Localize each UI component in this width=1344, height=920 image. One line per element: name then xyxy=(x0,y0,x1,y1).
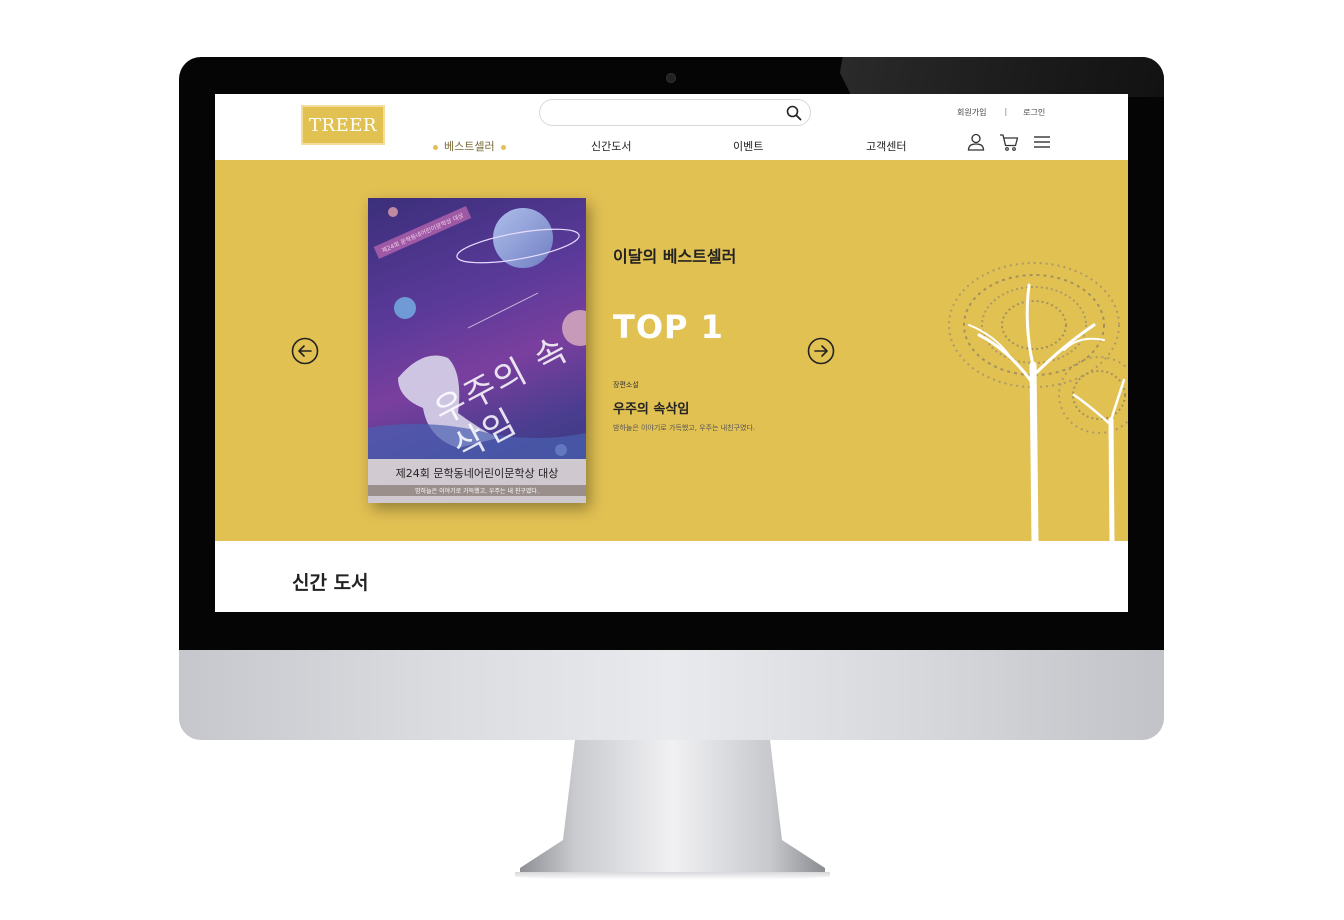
arrow-left-circle-icon[interactable] xyxy=(291,337,319,365)
menu-icon[interactable] xyxy=(1032,132,1052,152)
search-input[interactable] xyxy=(552,104,776,123)
nav-item-new-books[interactable]: 신간도서 xyxy=(591,138,631,154)
camera-icon xyxy=(667,74,675,82)
auth-separator: | xyxy=(1004,107,1008,116)
banner-book-title[interactable]: 우주의 속삭임 xyxy=(613,398,689,417)
book-cover-tagline: 밤하늘은 이야기로 가득했고, 우주는 내 친구였다. xyxy=(368,485,586,496)
nav-label: 고객센터 xyxy=(866,140,907,153)
signup-link[interactable]: 회원가입 xyxy=(957,107,986,118)
monitor-stand-base xyxy=(515,872,830,880)
logo[interactable]: TREER xyxy=(301,105,385,145)
book-cover-award: 제24회 문학동네어린이문학상 대상 xyxy=(395,467,559,480)
nav-item-events[interactable]: 이벤트 xyxy=(733,138,763,154)
site-header: TREER 회원가입 | 로그인 베스트셀러 신간도서 이벤트 고객센터 xyxy=(215,94,1128,160)
auth-links: 회원가입 | 로그인 xyxy=(957,107,1045,118)
monitor-stand xyxy=(520,740,825,875)
cart-icon[interactable] xyxy=(999,132,1019,152)
arrow-right-circle-icon[interactable] xyxy=(807,337,835,365)
search-box[interactable] xyxy=(539,99,811,126)
search-icon[interactable] xyxy=(786,105,802,121)
screen: TREER 회원가입 | 로그인 베스트셀러 신간도서 이벤트 고객센터 제24… xyxy=(215,94,1128,612)
banner-description: 밤하늘은 이야기로 가득했고, 우주는 내친구였다. xyxy=(613,424,756,432)
bestseller-banner: 제24회 문학동네어린이문학상 대상 우주의 속삭임 제24회 문학동네어린이문… xyxy=(215,160,1128,541)
banner-label: 이달의 베스트셀러 xyxy=(613,247,737,266)
monitor-chin xyxy=(179,650,1164,740)
section-title-new-books: 신간 도서 xyxy=(292,572,369,594)
nav-label: 신간도서 xyxy=(591,140,632,153)
user-icon[interactable] xyxy=(966,132,986,152)
banner-genre: 장편소설 xyxy=(613,381,639,389)
book-cover[interactable]: 제24회 문학동네어린이문학상 대상 우주의 속삭임 제24회 문학동네어린이문… xyxy=(368,198,586,503)
nav-active-dot-right xyxy=(500,144,506,150)
book-cover-footer: 제24회 문학동네어린이문학상 대상 밤하늘은 이야기로 가득했고, 우주는 내… xyxy=(368,459,586,503)
nav-label: 베스트셀러 xyxy=(444,140,495,153)
login-link[interactable]: 로그인 xyxy=(1023,107,1045,118)
nav-label: 이벤트 xyxy=(733,140,764,153)
nav-item-bestseller[interactable]: 베스트셀러 xyxy=(427,138,512,154)
nav-active-dot-left xyxy=(433,144,438,150)
banner-rank: TOP 1 xyxy=(613,308,724,346)
nav-item-customer-center[interactable]: 고객센터 xyxy=(866,138,906,154)
tree-illustration xyxy=(948,262,1128,541)
